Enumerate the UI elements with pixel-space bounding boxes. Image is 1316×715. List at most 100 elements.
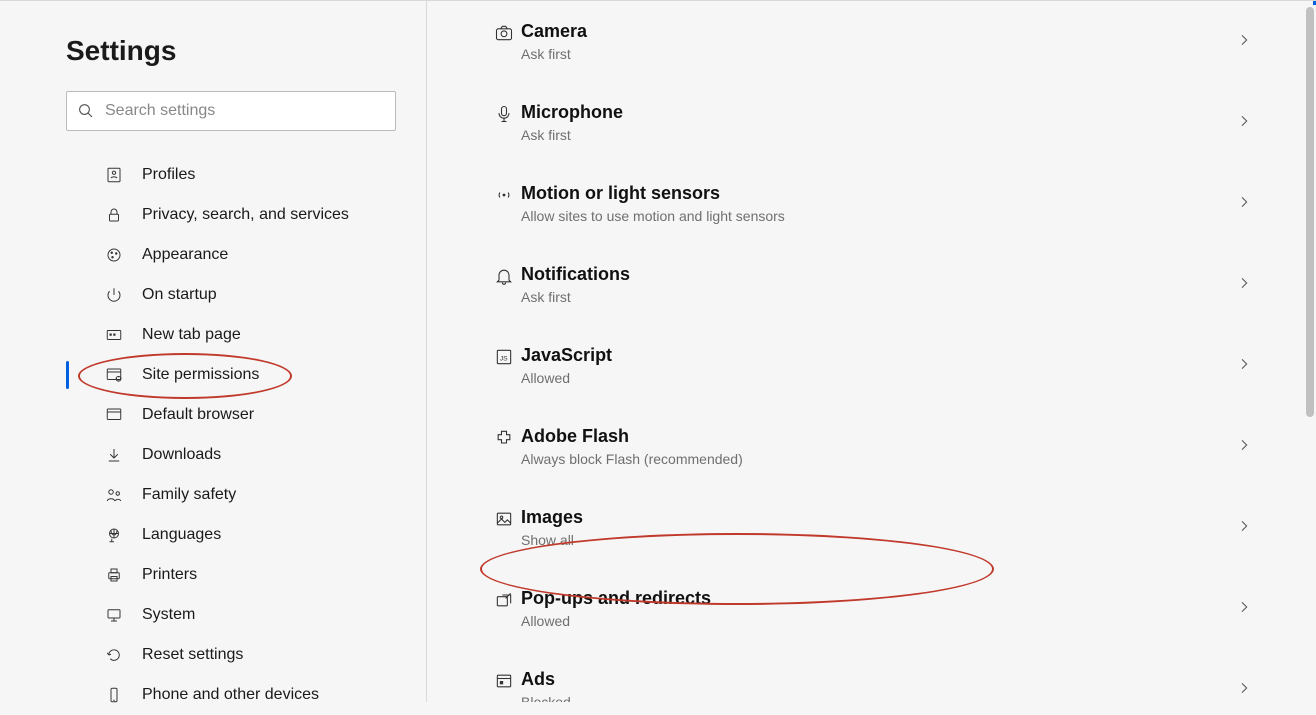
setting-title: Pop-ups and redirects	[521, 588, 1236, 609]
nav-item-site-permissions[interactable]: Site permissions	[66, 355, 426, 395]
extension-icon	[487, 428, 521, 448]
search-icon	[77, 102, 95, 120]
chevron-right-icon	[1236, 437, 1256, 457]
nav-item-printers[interactable]: Printers	[66, 555, 426, 595]
nav-label: Phone and other devices	[142, 686, 319, 704]
setting-row-flash[interactable]: Adobe Flash Always block Flash (recommen…	[487, 406, 1256, 487]
setting-desc: Allowed	[521, 370, 1236, 386]
search-box[interactable]	[66, 91, 396, 131]
setting-row-images[interactable]: Images Show all	[487, 487, 1256, 568]
nav-label: Privacy, search, and services	[142, 206, 349, 224]
setting-row-camera[interactable]: Camera Ask first	[487, 1, 1256, 82]
setting-desc: Ask first	[521, 289, 1236, 305]
lock-icon	[104, 205, 124, 225]
setting-title: Ads	[521, 669, 1236, 690]
reset-icon	[104, 645, 124, 665]
family-icon	[104, 485, 124, 505]
nav-label: Profiles	[142, 166, 195, 184]
chevron-right-icon	[1236, 518, 1256, 538]
nav-item-family[interactable]: Family safety	[66, 475, 426, 515]
nav-label: New tab page	[142, 326, 241, 344]
nav-item-system[interactable]: System	[66, 595, 426, 635]
search-input[interactable]	[103, 101, 385, 121]
chevron-right-icon	[1236, 356, 1256, 376]
nav-label: Default browser	[142, 406, 254, 424]
popups-icon	[487, 590, 521, 610]
system-icon	[104, 605, 124, 625]
setting-body: Adobe Flash Always block Flash (recommen…	[521, 426, 1236, 467]
phone-icon	[104, 685, 124, 705]
nav-label: Reset settings	[142, 646, 243, 664]
setting-body: Pop-ups and redirects Allowed	[521, 588, 1236, 629]
svg-text:JS: JS	[500, 355, 508, 362]
nav-label: Languages	[142, 526, 221, 544]
nav-label: Site permissions	[142, 366, 259, 384]
settings-sidebar: Settings Profiles Privacy, search, and s…	[0, 1, 427, 702]
setting-title: Microphone	[521, 102, 1236, 123]
nav-item-reset[interactable]: Reset settings	[66, 635, 426, 675]
languages-icon	[104, 525, 124, 545]
setting-desc: Blocked	[521, 694, 1236, 702]
chevron-right-icon	[1236, 113, 1256, 133]
setting-body: Images Show all	[521, 507, 1236, 548]
nav-item-downloads[interactable]: Downloads	[66, 435, 426, 475]
bell-icon	[487, 266, 521, 286]
newtab-icon	[104, 325, 124, 345]
setting-desc: Allowed	[521, 613, 1236, 629]
setting-title: Notifications	[521, 264, 1236, 285]
setting-desc: Ask first	[521, 46, 1236, 62]
scrollbar-thumb[interactable]	[1306, 7, 1314, 417]
nav-item-phone[interactable]: Phone and other devices	[66, 675, 426, 715]
setting-desc: Allow sites to use motion and light sens…	[521, 208, 1236, 224]
camera-icon	[487, 23, 521, 43]
nav-item-default-browser[interactable]: Default browser	[66, 395, 426, 435]
printer-icon	[104, 565, 124, 585]
setting-row-microphone[interactable]: Microphone Ask first	[487, 82, 1256, 163]
ads-icon	[487, 671, 521, 691]
nav-item-appearance[interactable]: Appearance	[66, 235, 426, 275]
setting-body: Ads Blocked	[521, 669, 1236, 702]
setting-body: JavaScript Allowed	[521, 345, 1236, 386]
javascript-icon: JS	[487, 347, 521, 367]
setting-title: Adobe Flash	[521, 426, 1236, 447]
setting-title: Images	[521, 507, 1236, 528]
nav-item-profiles[interactable]: Profiles	[66, 155, 426, 195]
settings-layout: Settings Profiles Privacy, search, and s…	[0, 1, 1316, 702]
nav-item-startup[interactable]: On startup	[66, 275, 426, 315]
default-browser-icon	[104, 405, 124, 425]
nav-label: Appearance	[142, 246, 228, 264]
nav-item-privacy[interactable]: Privacy, search, and services	[66, 195, 426, 235]
chevron-right-icon	[1236, 32, 1256, 52]
setting-title: Motion or light sensors	[521, 183, 1236, 204]
nav-item-languages[interactable]: Languages	[66, 515, 426, 555]
setting-title: JavaScript	[521, 345, 1236, 366]
nav-label: On startup	[142, 286, 217, 304]
nav-label: System	[142, 606, 195, 624]
chevron-right-icon	[1236, 680, 1256, 700]
settings-main: Camera Ask first Microphone Ask first Mo…	[427, 1, 1316, 702]
setting-row-sensors[interactable]: Motion or light sensors Allow sites to u…	[487, 163, 1256, 244]
scrollbar[interactable]	[1302, 1, 1316, 702]
settings-nav: Profiles Privacy, search, and services A…	[66, 155, 426, 715]
chevron-right-icon	[1236, 275, 1256, 295]
nav-label: Printers	[142, 566, 197, 584]
download-icon	[104, 445, 124, 465]
setting-desc: Always block Flash (recommended)	[521, 451, 1236, 467]
setting-desc: Ask first	[521, 127, 1236, 143]
chevron-right-icon	[1236, 599, 1256, 619]
nav-item-newtab[interactable]: New tab page	[66, 315, 426, 355]
setting-row-ads[interactable]: Ads Blocked	[487, 649, 1256, 702]
setting-row-javascript[interactable]: JS JavaScript Allowed	[487, 325, 1256, 406]
microphone-icon	[487, 104, 521, 124]
images-icon	[487, 509, 521, 529]
nav-label: Downloads	[142, 446, 221, 464]
page-title: Settings	[66, 35, 426, 67]
setting-body: Notifications Ask first	[521, 264, 1236, 305]
setting-body: Motion or light sensors Allow sites to u…	[521, 183, 1236, 224]
setting-desc: Show all	[521, 532, 1236, 548]
setting-body: Microphone Ask first	[521, 102, 1236, 143]
appearance-icon	[104, 245, 124, 265]
sensors-icon	[487, 185, 521, 205]
setting-row-notifications[interactable]: Notifications Ask first	[487, 244, 1256, 325]
setting-row-popups[interactable]: Pop-ups and redirects Allowed	[487, 568, 1256, 649]
